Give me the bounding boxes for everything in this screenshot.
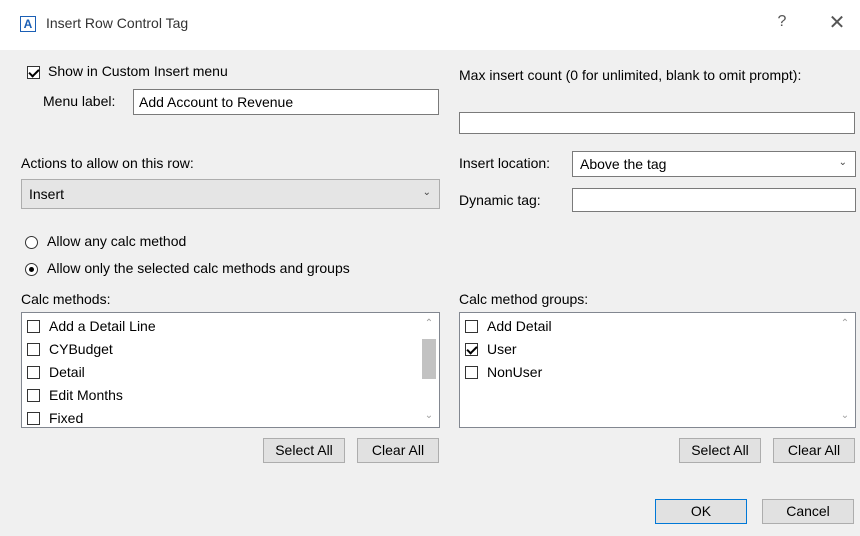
list-item[interactable]: Add a Detail Line [27, 316, 387, 338]
calc-method-checkbox[interactable] [27, 343, 40, 356]
allow-any-calc-radio[interactable] [25, 236, 38, 249]
calc-methods-select-all-button[interactable]: Select All [263, 438, 345, 463]
allow-selected-calc-radio[interactable] [25, 263, 38, 276]
calc-methods-clear-all-button[interactable]: Clear All [357, 438, 439, 463]
max-insert-input[interactable] [459, 112, 855, 134]
chevron-up-icon[interactable]: ⌃ [835, 315, 855, 333]
calc-method-checkbox[interactable] [27, 389, 40, 402]
allow-any-calc-label: Allow any calc method [47, 233, 187, 249]
menu-label-input[interactable]: Add Account to Revenue [133, 89, 439, 115]
calc-method-checkbox[interactable] [27, 320, 40, 333]
calc-method-checkbox[interactable] [27, 412, 40, 425]
actions-dropdown[interactable]: Insert ⌄ [21, 179, 440, 209]
insert-location-value: Above the tag [580, 156, 667, 172]
calc-method-checkbox[interactable] [27, 366, 40, 379]
actions-value: Insert [29, 186, 65, 202]
calc-methods-scrollbar[interactable]: ⌃ ⌄ [419, 313, 439, 427]
calc-group-label: User [487, 341, 517, 357]
list-item[interactable]: CYBudget [27, 339, 387, 361]
calc-groups-scrollbar[interactable]: ⌃ ⌄ [835, 313, 855, 427]
menu-label-caption: Menu label: [43, 93, 116, 109]
list-item[interactable]: Add Detail [465, 316, 825, 338]
chevron-down-icon: ⌄ [838, 157, 847, 168]
dynamic-tag-label: Dynamic tag: [459, 192, 541, 208]
help-button[interactable]: ? [772, 13, 792, 35]
calc-methods-list[interactable]: Add a Detail Line CYBudget Detail Edit M… [21, 312, 440, 428]
max-insert-label: Max insert count (0 for unlimited, blank… [459, 67, 802, 83]
chevron-up-icon[interactable]: ⌃ [419, 315, 439, 333]
insert-location-label: Insert location: [459, 155, 551, 171]
calc-method-label: Detail [49, 364, 85, 380]
calc-methods-label: Calc methods: [21, 291, 111, 307]
title-bar: A Insert Row Control Tag ? ✕ [0, 0, 860, 50]
ok-button[interactable]: OK [655, 499, 747, 524]
calc-method-label: Edit Months [49, 387, 123, 403]
calc-group-checkbox[interactable] [465, 343, 478, 356]
calc-groups-clear-all-button[interactable]: Clear All [773, 438, 855, 463]
calc-method-groups-label: Calc method groups: [459, 291, 589, 307]
show-in-custom-insert-checkbox[interactable] [27, 66, 40, 79]
calc-method-label: CYBudget [49, 341, 113, 357]
calc-method-label: Add a Detail Line [49, 318, 156, 334]
scrollbar-thumb[interactable] [422, 339, 436, 379]
insert-location-dropdown[interactable]: Above the tag ⌄ [572, 151, 856, 177]
window-title: Insert Row Control Tag [46, 15, 189, 31]
calc-group-label: NonUser [487, 364, 543, 380]
calc-groups-select-all-button[interactable]: Select All [679, 438, 761, 463]
calc-method-groups-list[interactable]: Add Detail User NonUser ⌃ ⌄ [459, 312, 856, 428]
list-item[interactable]: NonUser [465, 362, 825, 384]
allow-selected-calc-label: Allow only the selected calc methods and… [47, 260, 350, 276]
list-item[interactable]: Fixed [27, 408, 387, 427]
chevron-down-icon[interactable]: ⌄ [835, 407, 855, 425]
cancel-button[interactable]: Cancel [762, 499, 854, 524]
calc-method-label: Fixed [49, 410, 84, 426]
show-in-custom-insert-label: Show in Custom Insert menu [48, 63, 228, 79]
list-item[interactable]: User [465, 339, 825, 361]
list-item[interactable]: Edit Months [27, 385, 387, 407]
calc-group-checkbox[interactable] [465, 320, 478, 333]
chevron-down-icon: ⌄ [422, 187, 431, 198]
app-icon: A [20, 16, 36, 32]
close-button[interactable]: ✕ [825, 11, 849, 35]
list-item[interactable]: Detail [27, 362, 387, 384]
chevron-down-icon[interactable]: ⌄ [419, 407, 439, 425]
calc-group-checkbox[interactable] [465, 366, 478, 379]
actions-label: Actions to allow on this row: [21, 155, 194, 171]
calc-group-label: Add Detail [487, 318, 552, 334]
dynamic-tag-input[interactable] [572, 188, 856, 212]
